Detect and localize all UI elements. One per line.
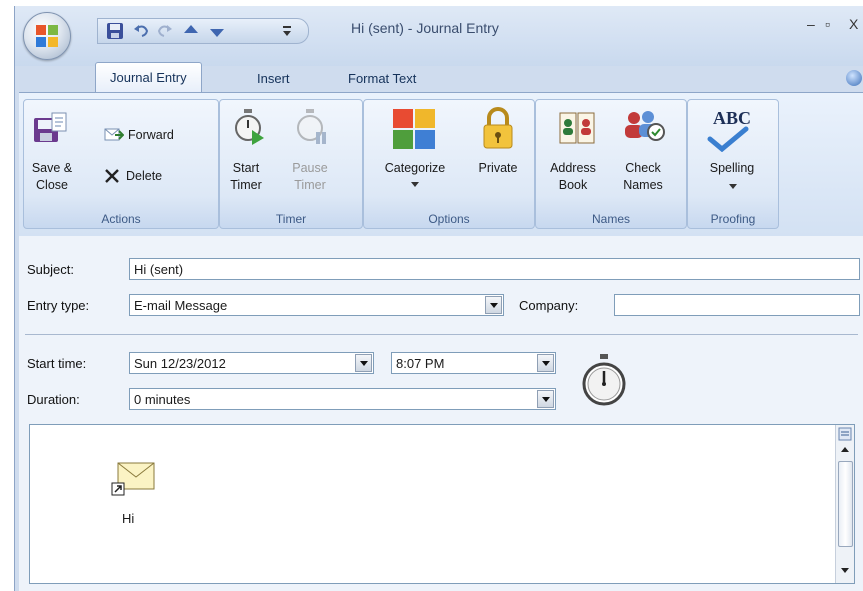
group-names: Address Book Check Names Names (535, 99, 687, 229)
categorize-dropdown-icon (411, 182, 419, 187)
redo-icon[interactable] (156, 22, 174, 40)
group-label-timer: Timer (275, 212, 307, 226)
format-options-icon[interactable] (838, 427, 852, 441)
start-time-dropdown-icon[interactable] (537, 354, 554, 372)
spelling-abc-icon: ABC (712, 108, 751, 128)
categorize-button[interactable]: Categorize (372, 160, 458, 177)
help-icon[interactable] (846, 70, 862, 86)
subject-input[interactable]: Hi (sent) (129, 258, 860, 280)
spelling-dropdown-icon (729, 184, 737, 189)
pause-timer-button: Pause Timer (292, 161, 328, 192)
undo-icon[interactable] (132, 22, 150, 40)
save-icon[interactable] (106, 22, 124, 40)
entry-type-dropdown-icon[interactable] (485, 296, 502, 314)
next-item-icon[interactable] (208, 22, 226, 40)
lock-icon (483, 107, 513, 149)
office-button[interactable] (23, 12, 71, 60)
window-title: Hi (sent) - Journal Entry (351, 20, 499, 36)
scroll-down-icon[interactable] (840, 567, 850, 575)
scroll-up-icon[interactable] (840, 445, 850, 453)
maximize-button[interactable]: ▫ (825, 16, 830, 32)
group-label-proofing: Proofing (710, 212, 756, 226)
entry-type-value: E-mail Message (134, 298, 228, 313)
group-options: Categorize Private Options (363, 99, 535, 229)
start-time-select[interactable]: 8:07 PM (391, 352, 556, 374)
company-label: Company: (519, 298, 579, 313)
start-timer-icon (235, 109, 264, 145)
start-date-value: Sun 12/23/2012 (134, 356, 226, 371)
group-label-actions: Actions (101, 212, 141, 226)
minimize-button[interactable]: – (807, 16, 815, 32)
subject-label: Subject: (27, 262, 74, 277)
spelling-check-icon (707, 126, 749, 152)
check-names-icon (625, 111, 665, 141)
pause-timer-icon (297, 109, 326, 144)
start-date-dropdown-icon[interactable] (355, 354, 372, 372)
customize-qat-icon[interactable] (278, 22, 296, 40)
title-bar: Hi (sent) - Journal Entry – ▫ X (15, 6, 863, 66)
private-button[interactable]: Private (468, 160, 528, 177)
start-timer-button[interactable]: Start Timer (226, 160, 266, 194)
entry-type-select[interactable]: E-mail Message (129, 294, 504, 316)
check-names-button[interactable]: Check Names (612, 160, 674, 194)
delete-button[interactable]: Delete (126, 168, 162, 185)
start-time-label: Start time: (27, 356, 87, 371)
ribbon: Save & Close Forward Delete Actions Star… (19, 92, 863, 237)
address-book-icon (559, 112, 595, 144)
duration-value: 0 minutes (134, 392, 191, 407)
journal-form: Subject: Hi (sent) Entry type: E-mail Me… (19, 236, 863, 591)
tab-insert[interactable]: Insert (257, 66, 290, 92)
form-divider (25, 334, 858, 335)
duration-select[interactable]: 0 minutes (129, 388, 556, 410)
forward-button[interactable]: Forward (128, 127, 174, 144)
save-close-button[interactable]: Save & Close (30, 160, 74, 194)
start-date-select[interactable]: Sun 12/23/2012 (129, 352, 374, 374)
categorize-icon (393, 109, 435, 149)
delete-icon (105, 169, 119, 183)
notes-body[interactable]: Hi (29, 424, 855, 584)
vertical-scrollbar[interactable] (835, 425, 854, 583)
tab-format-text[interactable]: Format Text (348, 66, 416, 92)
group-actions: Save & Close Forward Delete Actions (23, 99, 219, 229)
tab-journal-entry[interactable]: Journal Entry (95, 62, 202, 94)
group-label-options: Options (428, 212, 470, 226)
address-book-button[interactable]: Address Book (542, 160, 604, 194)
close-button[interactable]: X (849, 16, 858, 32)
duration-label: Duration: (27, 392, 80, 407)
attachment-label: Hi (122, 511, 135, 526)
quick-access-toolbar (97, 18, 309, 44)
email-attachment-icon[interactable] (110, 459, 156, 499)
scroll-thumb[interactable] (838, 461, 853, 547)
entry-type-label: Entry type: (27, 298, 90, 313)
start-time-value: 8:07 PM (396, 356, 445, 371)
group-label-names: Names (591, 212, 630, 226)
duration-dropdown-icon[interactable] (537, 390, 554, 408)
group-timer: Start Timer Pause Timer Timer (219, 99, 363, 229)
forward-icon (104, 128, 124, 141)
company-input[interactable] (614, 294, 860, 316)
stopwatch-icon (582, 354, 626, 406)
group-proofing: ABC Spelling Proofing (687, 99, 779, 229)
journal-entry-window: Hi (sent) - Journal Entry – ▫ X Journal … (14, 6, 863, 591)
office-logo-icon (36, 25, 58, 47)
save-and-close-icon (34, 112, 67, 142)
spelling-button[interactable]: Spelling (692, 160, 772, 177)
previous-item-icon[interactable] (182, 22, 200, 40)
